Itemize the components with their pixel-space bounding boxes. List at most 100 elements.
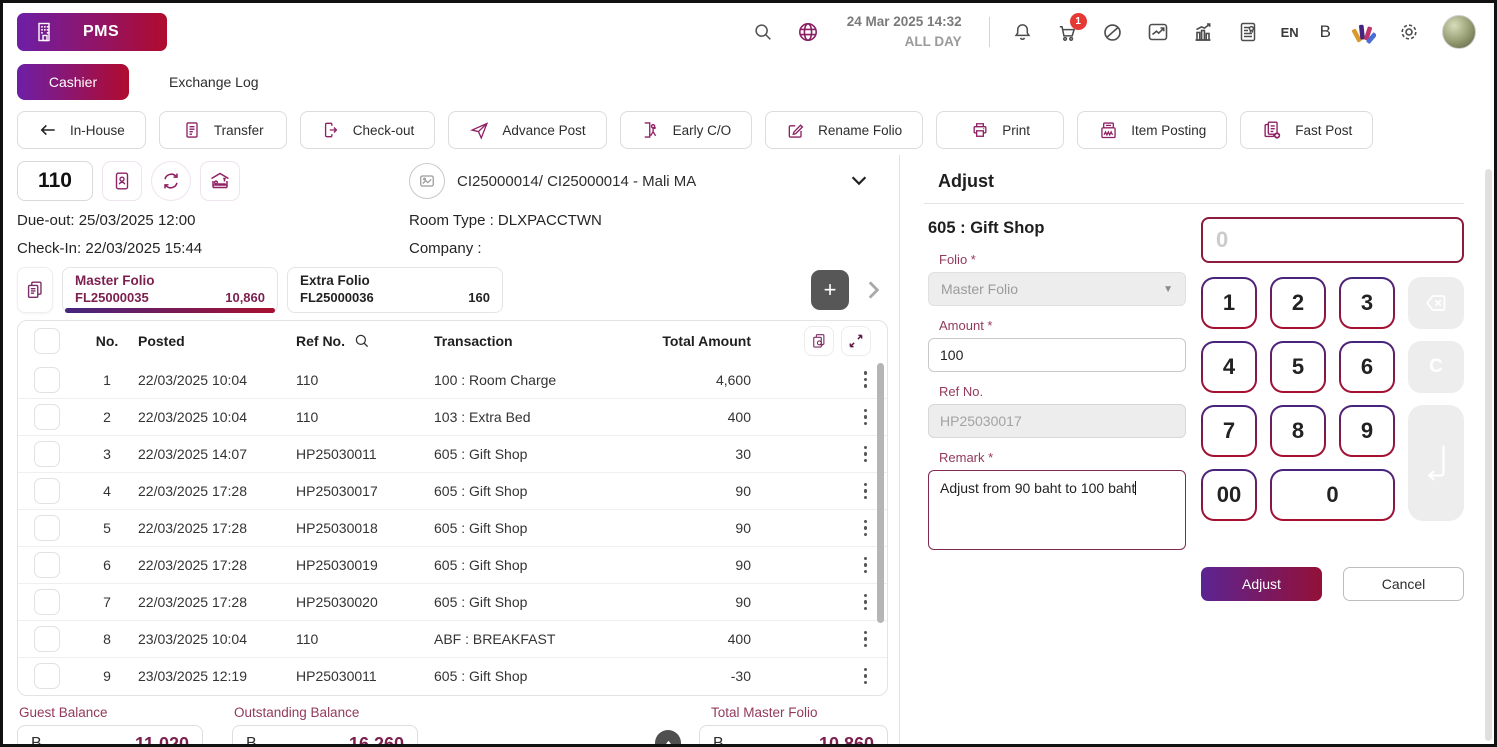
in-house-button[interactable]: In-House [17,111,146,149]
row-transaction: 605 : Gift Shop [434,520,637,536]
cancel-button[interactable]: Cancel [1343,567,1464,601]
row-menu-icon[interactable] [864,446,872,463]
copy-pages-icon[interactable] [17,267,53,313]
key-5[interactable]: 5 [1270,341,1326,393]
table-scrollbar[interactable] [877,363,884,623]
row-checkbox[interactable] [34,515,60,541]
key-00[interactable]: 00 [1201,469,1257,521]
row-checkbox[interactable] [34,589,60,615]
transfer-icon [182,120,202,140]
add-folio-button[interactable]: + [811,270,849,310]
table-row[interactable]: 4 22/03/2025 17:28 HP25030017 605 : Gift… [18,472,887,509]
table-row[interactable]: 9 23/03/2025 12:19 HP25030011 605 : Gift… [18,657,887,694]
table-row[interactable]: 6 22/03/2025 17:28 HP25030019 605 : Gift… [18,546,887,583]
clear-key[interactable]: C [1408,341,1464,393]
row-checkbox[interactable] [34,441,60,467]
notifications-bell-icon[interactable] [1011,20,1035,44]
line-chart-icon[interactable] [1146,20,1170,44]
select-all-checkbox[interactable] [34,328,60,354]
row-menu-icon[interactable] [864,631,872,648]
check-out-button[interactable]: Check-out [300,111,436,149]
row-posted: 22/03/2025 14:07 [138,446,296,462]
row-no: 4 [76,483,138,499]
theme-palette-icon[interactable] [1352,20,1376,44]
notification-badge: 1 [1070,13,1087,30]
room-status-icon[interactable] [200,161,240,201]
row-posted: 22/03/2025 17:28 [138,557,296,573]
expand-table-icon[interactable] [841,326,871,356]
row-menu-icon[interactable] [864,557,872,574]
early-co-button[interactable]: Early C/O [620,111,753,149]
tab-exchange-log[interactable]: Exchange Log [169,74,259,90]
row-menu-icon[interactable] [864,594,872,611]
folio-tab-extra[interactable]: Extra Folio FL25000036 160 [287,267,503,313]
bar-chart-icon[interactable] [1191,20,1215,44]
key-6[interactable]: 6 [1339,341,1395,393]
key-8[interactable]: 8 [1270,405,1326,457]
search-documents-icon[interactable] [804,326,834,356]
folio-select[interactable]: Master Folio ▼ [928,272,1186,306]
row-menu-icon[interactable] [864,483,872,500]
row-no: 3 [76,446,138,462]
key-0[interactable]: 0 [1270,469,1395,521]
table-row[interactable]: 3 22/03/2025 14:07 HP25030011 605 : Gift… [18,435,887,472]
search-icon[interactable] [751,20,775,44]
chevron-down-icon[interactable] [848,169,870,191]
key-3[interactable]: 3 [1339,277,1395,329]
report-icon[interactable] [1236,20,1260,44]
language-switch[interactable]: EN [1281,25,1299,40]
adjust-button[interactable]: Adjust [1201,567,1322,601]
row-menu-icon[interactable] [864,520,872,537]
table-row[interactable]: 7 22/03/2025 17:28 HP25030020 605 : Gift… [18,583,887,620]
guest-profile-icon[interactable] [102,161,142,201]
collapse-panel-button[interactable] [655,730,681,747]
key-4[interactable]: 4 [1201,341,1257,393]
key-1[interactable]: 1 [1201,277,1257,329]
backspace-key[interactable] [1408,277,1464,329]
item-posting-button[interactable]: Item Posting [1077,111,1227,149]
amount-input[interactable] [928,338,1186,372]
row-transaction: 605 : Gift Shop [434,594,637,610]
advance-post-button[interactable]: Advance Post [448,111,606,149]
table-row[interactable]: 2 22/03/2025 10:04 110 103 : Extra Bed 4… [18,398,887,435]
key-9[interactable]: 9 [1339,405,1395,457]
row-checkbox[interactable] [34,552,60,578]
select-caret-icon: ▼ [1163,284,1173,295]
key-2[interactable]: 2 [1270,277,1326,329]
print-button[interactable]: Print [936,111,1064,149]
keypad-display[interactable]: 0 [1201,217,1464,263]
col-ref-no: Ref No. [296,333,345,349]
row-amount: 4,600 [637,372,757,388]
table-row[interactable]: 8 23/03/2025 10:04 110 ABF : BREAKFAST 4… [18,620,887,657]
status-circle-icon[interactable] [1101,20,1125,44]
table-row[interactable]: 5 22/03/2025 17:28 HP25030018 605 : Gift… [18,509,887,546]
transfer-button[interactable]: Transfer [159,111,287,149]
row-checkbox[interactable] [34,404,60,430]
app-logo[interactable]: PMS [17,13,167,51]
enter-key[interactable] [1408,405,1464,521]
globe-icon[interactable] [796,20,820,44]
row-posted: 22/03/2025 10:04 [138,409,296,425]
fast-post-button[interactable]: Fast Post [1240,111,1373,149]
row-checkbox[interactable] [34,663,60,689]
table-row[interactable]: 1 22/03/2025 10:04 110 100 : Room Charge… [18,361,887,398]
rename-folio-button[interactable]: Rename Folio [765,111,923,149]
user-avatar[interactable] [1442,15,1476,49]
panel-scrollbar[interactable] [1485,169,1492,741]
row-menu-icon[interactable] [864,668,872,685]
remark-textarea[interactable]: Adjust from 90 baht to 100 baht [928,470,1186,550]
row-checkbox[interactable] [34,367,60,393]
tab-cashier[interactable]: Cashier [17,64,129,100]
settings-gear-icon[interactable] [1397,20,1421,44]
folio-tab-master[interactable]: Master Folio FL25000035 10,860 [62,267,278,313]
row-menu-icon[interactable] [864,409,872,426]
currency-switch[interactable]: B [1320,22,1331,42]
key-7[interactable]: 7 [1201,405,1257,457]
row-checkbox[interactable] [34,626,60,652]
sync-status-icon[interactable] [151,161,191,201]
cart-icon[interactable]: 1 [1056,20,1080,44]
chevron-right-icon[interactable] [858,267,888,313]
row-checkbox[interactable] [34,478,60,504]
row-menu-icon[interactable] [864,371,872,388]
ref-search-icon[interactable] [353,332,371,350]
